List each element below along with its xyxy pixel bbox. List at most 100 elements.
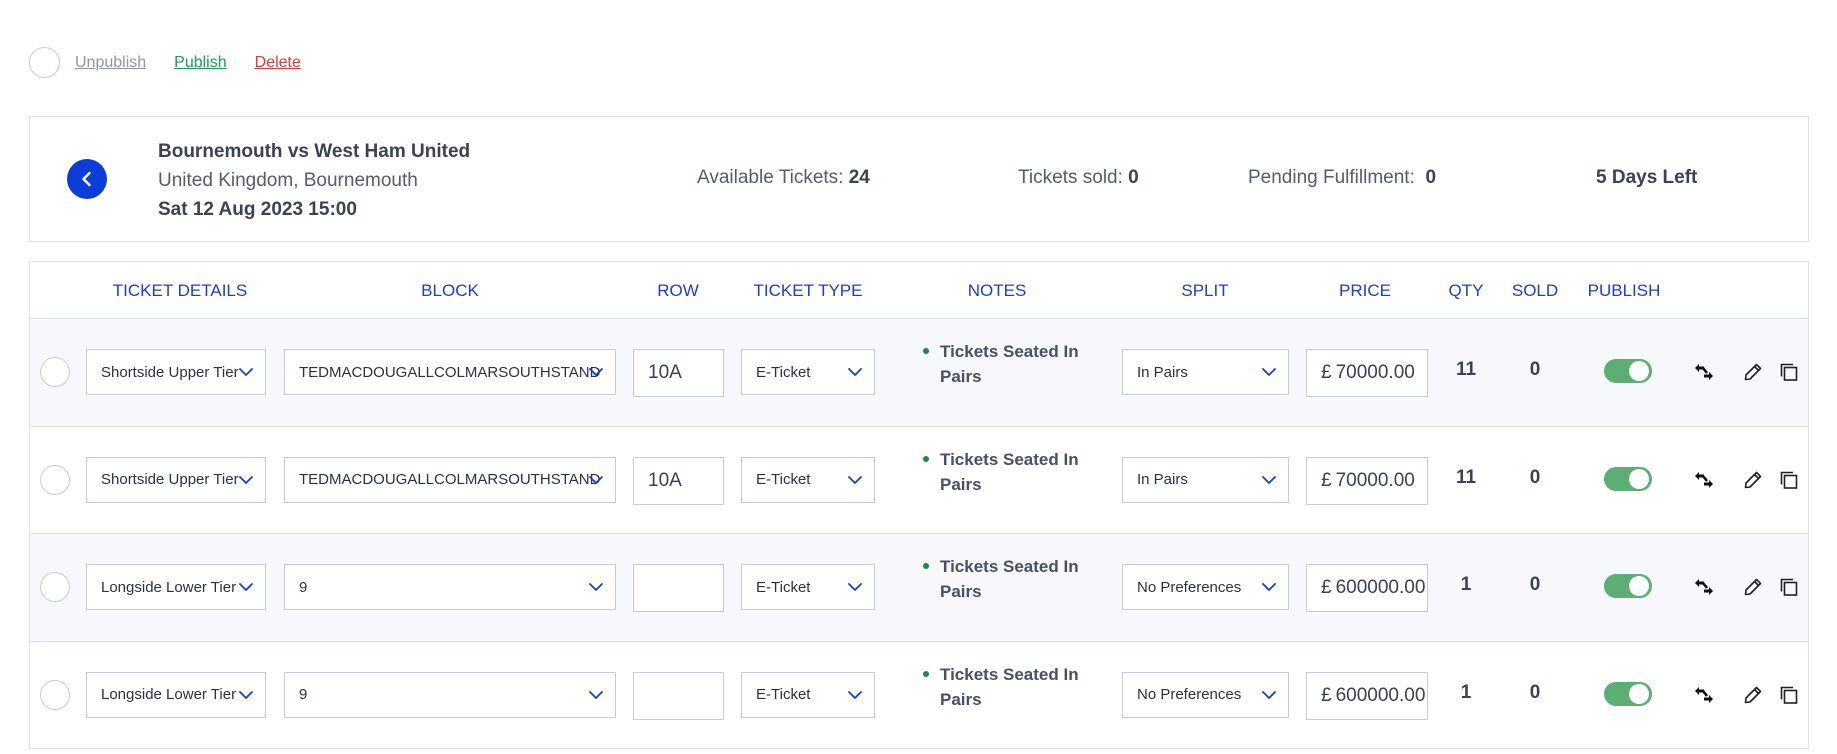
price-input[interactable]: £ 600000.00 [1306, 671, 1428, 720]
edit-button[interactable] [1742, 684, 1764, 706]
qty-value: 1 [1460, 681, 1472, 703]
duplicate-button[interactable] [1778, 576, 1800, 598]
block-select[interactable]: TEDMACDOUGALLCOLMARSOUTHSTAND [284, 456, 616, 503]
ticket-type-select[interactable]: E-Ticket [741, 671, 875, 718]
move-listing-button[interactable] [1693, 576, 1715, 598]
notes-text: Tickets Seated In Pairs [921, 447, 1091, 497]
ticket-type-select[interactable]: E-Ticket [741, 456, 875, 503]
col-sold: SOLD [1511, 281, 1559, 300]
sold-value: 0 [1529, 466, 1541, 488]
edit-button[interactable] [1742, 469, 1764, 491]
row-input[interactable] [633, 671, 724, 720]
chevron-down-icon [1262, 368, 1276, 376]
edit-button[interactable] [1742, 361, 1764, 383]
block-select[interactable]: 9 [284, 564, 616, 610]
split-select[interactable]: No Preferences [1122, 671, 1289, 718]
row-select-radio[interactable] [40, 464, 70, 495]
ticket-details-select[interactable]: Shortside Upper Tier [86, 349, 266, 395]
ticket-details-select[interactable]: Longside Lower Tier [86, 564, 266, 610]
ticket-details-value: Shortside Upper Tier [101, 363, 239, 381]
chevron-left-icon [82, 171, 91, 187]
publish-link[interactable]: Publish [174, 54, 226, 72]
ticket-type-select[interactable]: E-Ticket [741, 564, 875, 610]
pencil-icon [1744, 471, 1762, 488]
table-row: Shortside Upper Tier TEDMACDOUGALLCOLMAR… [30, 427, 1808, 534]
publish-toggle[interactable] [1604, 359, 1652, 383]
row-input[interactable] [633, 564, 724, 612]
col-price: PRICE [1339, 281, 1391, 300]
notes-text: Tickets Seated In Pairs [921, 662, 1091, 712]
chevron-down-icon [848, 583, 862, 591]
split-value: In Pairs [1137, 471, 1188, 488]
event-title: Bournemouth vs West Ham United [158, 141, 471, 162]
chevron-down-icon [589, 475, 603, 484]
currency-symbol: £ [1321, 362, 1332, 383]
ticket-type-value: E-Ticket [756, 363, 811, 381]
ticket-details-value: Longside Lower Tier [101, 686, 237, 703]
copy-icon [1780, 578, 1798, 596]
chevron-down-icon [239, 583, 253, 591]
chevron-down-icon [239, 475, 253, 484]
col-block: BLOCK [421, 281, 479, 300]
qty-value: 11 [1455, 466, 1477, 488]
edit-button[interactable] [1742, 576, 1764, 598]
price-value: 600000.00 [1335, 577, 1426, 598]
ticket-details-select[interactable]: Longside Lower Tier [86, 671, 266, 718]
move-listing-button[interactable] [1693, 361, 1715, 383]
select-all-radio[interactable] [29, 47, 60, 78]
back-button[interactable] [67, 159, 107, 199]
pending-fulfillment-label: Pending Fulfillment: [1248, 167, 1415, 188]
move-arrows-icon [1695, 471, 1713, 488]
sold-value: 0 [1529, 359, 1541, 380]
split-select[interactable]: In Pairs [1122, 456, 1289, 503]
row-select-radio[interactable] [40, 679, 70, 710]
row-input[interactable]: 10A [633, 349, 724, 397]
sold-value: 0 [1529, 574, 1541, 595]
split-select[interactable]: In Pairs [1122, 349, 1289, 395]
event-location: United Kingdom, Bournemouth [158, 170, 418, 191]
move-listing-button[interactable] [1693, 469, 1715, 491]
block-select[interactable]: TEDMACDOUGALLCOLMARSOUTHSTAND [284, 349, 616, 395]
chevron-down-icon [848, 475, 862, 484]
available-tickets-label: Available Tickets: [697, 167, 844, 188]
pending-fulfillment-value: 0 [1425, 167, 1437, 188]
table-header: TICKET DETAILS BLOCK ROW TICKET TYPE NOT… [30, 262, 1808, 319]
pencil-icon [1744, 578, 1762, 596]
move-arrows-icon [1695, 686, 1713, 703]
bulk-action-bar: Unpublish Publish Delete [29, 47, 301, 78]
ticket-details-value: Shortside Upper Tier [101, 471, 239, 488]
duplicate-button[interactable] [1778, 684, 1800, 706]
ticket-type-select[interactable]: E-Ticket [741, 349, 875, 395]
price-input[interactable]: £ 70000.00 [1306, 456, 1428, 505]
col-qty: QTY [1448, 281, 1484, 300]
duplicate-button[interactable] [1778, 361, 1800, 383]
block-value: TEDMACDOUGALLCOLMARSOUTHSTAND [299, 471, 601, 488]
chevron-down-icon [239, 368, 253, 376]
unpublish-link[interactable]: Unpublish [75, 54, 146, 72]
price-value: 70000.00 [1335, 362, 1415, 383]
event-summary-card: Bournemouth vs West Ham United United Ki… [29, 116, 1809, 242]
block-select[interactable]: 9 [284, 671, 616, 718]
row-select-radio[interactable] [40, 572, 70, 602]
col-notes: NOTES [967, 281, 1027, 300]
col-ticket-details: TICKET DETAILS [112, 281, 248, 300]
col-split: SPLIT [1181, 281, 1229, 300]
publish-toggle[interactable] [1604, 681, 1652, 706]
row-select-radio[interactable] [40, 357, 70, 387]
col-ticket-type: TICKET TYPE [753, 281, 863, 300]
copy-icon [1780, 363, 1798, 381]
move-listing-button[interactable] [1693, 684, 1715, 706]
ticket-details-value: Longside Lower Tier [101, 578, 237, 596]
split-select[interactable]: No Preferences [1122, 564, 1289, 610]
row-value: 10A [648, 469, 682, 491]
price-input[interactable]: £ 600000.00 [1306, 564, 1428, 612]
publish-toggle[interactable] [1604, 574, 1652, 598]
ticket-details-select[interactable]: Shortside Upper Tier [86, 456, 266, 503]
chevron-down-icon [1262, 583, 1276, 591]
duplicate-button[interactable] [1778, 469, 1800, 491]
row-input[interactable]: 10A [633, 456, 724, 505]
publish-toggle[interactable] [1604, 466, 1652, 491]
price-input[interactable]: £ 70000.00 [1306, 349, 1428, 397]
split-value: No Preferences [1137, 578, 1242, 596]
delete-link[interactable]: Delete [255, 54, 301, 72]
